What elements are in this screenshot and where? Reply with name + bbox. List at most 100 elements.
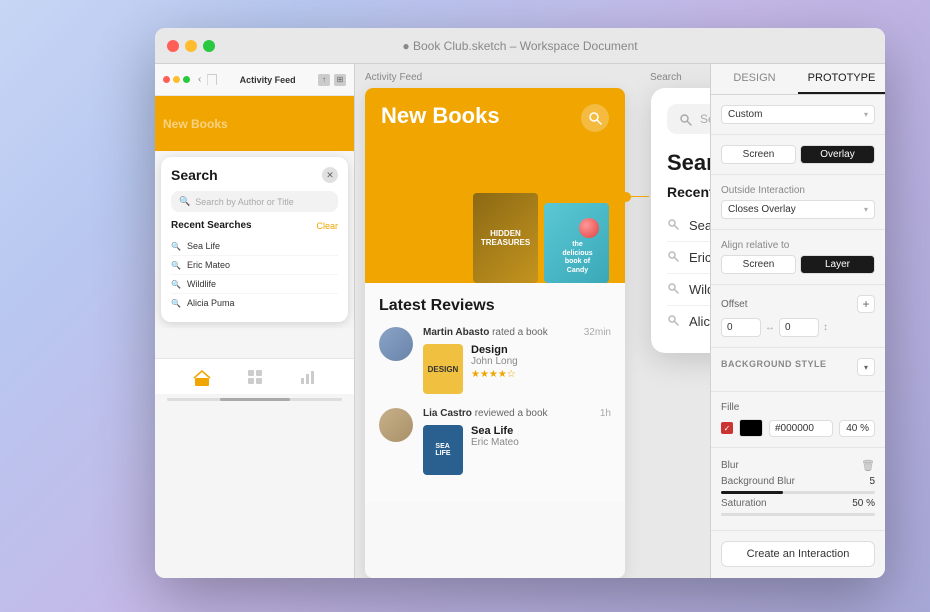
- iphone-app-frame: New Books Search ✕ 🔍 Search by Author or…: [155, 96, 354, 358]
- recent-item-2[interactable]: 🔍 Eric Mateo: [171, 256, 338, 275]
- align-layer-button[interactable]: Layer: [800, 255, 875, 274]
- review-detail-1: Martin Abasto rated a book 32min DESIGN …: [423, 327, 611, 394]
- offset-x-input[interactable]: 0: [721, 318, 761, 337]
- iphone-nav-back[interactable]: ‹: [198, 74, 201, 85]
- align-section: Align relative to Screen Layer: [711, 230, 885, 285]
- chevron-down-icon-2: ▾: [864, 205, 868, 214]
- connector-dot: [621, 192, 631, 202]
- search-icon-item-4: [667, 314, 679, 329]
- review-item-2: Lia Castro reviewed a book 1h SEALIFE Se…: [379, 408, 611, 475]
- canvas-label: Activity Feed: [365, 72, 422, 83]
- search-overlay-item-4[interactable]: Alicia Puma: [667, 306, 710, 337]
- chevron-down-icon: ▾: [864, 110, 868, 119]
- review-stars-1: ★★★★☆: [471, 369, 518, 380]
- fill-color-swatch[interactable]: [739, 419, 763, 437]
- align-screen-button[interactable]: Screen: [721, 255, 796, 274]
- search-modal-close[interactable]: ✕: [322, 167, 338, 183]
- create-interaction-btn[interactable]: Create an Interaction: [721, 541, 875, 567]
- interaction-type-section: Custom ▾: [711, 95, 885, 135]
- review-item-1: Martin Abasto rated a book 32min DESIGN …: [379, 327, 611, 394]
- blur-label: Blur: [721, 460, 855, 471]
- recent-item-text-1: Sea Life: [187, 241, 220, 251]
- search-overlay-label: Search: [650, 72, 682, 83]
- plus-button[interactable]: +: [857, 295, 875, 313]
- app-hero-bg: New Books: [155, 96, 354, 151]
- tab-grid[interactable]: [245, 367, 265, 387]
- window-title: ● Book Club.sketch – Workspace Document: [402, 39, 637, 53]
- fill-hex-input[interactable]: #000000: [769, 420, 833, 437]
- fill-opacity-input[interactable]: 40 %: [839, 420, 875, 437]
- search-overlay-recent-heading: Recent Searches: [667, 184, 710, 200]
- tab-prototype[interactable]: PROTOTYPE: [798, 64, 885, 94]
- recent-item-4[interactable]: 🔍 Alicia Puma: [171, 294, 338, 312]
- iphone-tl-green[interactable]: [183, 76, 190, 83]
- search-overlay-text-3: Wildlife: [689, 282, 710, 297]
- book-delicious: thedeliciousbook ofCandy: [544, 203, 609, 283]
- fill-section: Fille #000000 40 %: [711, 392, 885, 448]
- search-recent-icon-2: 🔍: [171, 261, 181, 270]
- connector-line: [627, 196, 649, 197]
- screen-button[interactable]: Screen: [721, 145, 796, 164]
- traffic-light-green[interactable]: [203, 40, 215, 52]
- offset-y-input[interactable]: 0: [779, 318, 819, 337]
- review-book-cover-2: SEALIFE: [423, 425, 463, 475]
- saturation-value: 50 %: [852, 498, 875, 509]
- review-book-cover-1: DESIGN: [423, 344, 463, 394]
- outside-interaction-select[interactable]: Closes Overlay ▾: [721, 200, 875, 219]
- search-icon-item-3: [667, 282, 679, 297]
- fill-enabled-checkbox[interactable]: [721, 422, 733, 434]
- more-icon[interactable]: ⊞: [334, 74, 346, 86]
- reviewer-action-1: rated a book: [492, 327, 548, 338]
- search-modal-title: Search: [171, 167, 218, 183]
- blur-track-fill: [721, 491, 783, 494]
- search-input-box[interactable]: 🔍 Search by Author or Title: [171, 191, 338, 212]
- outside-interaction-section: Outside Interaction Closes Overlay ▾: [711, 175, 885, 230]
- search-overlay-text-2: Eric Mateo: [689, 250, 710, 265]
- recent-item-text-2: Eric Mateo: [187, 260, 230, 270]
- animation-section: Screen Overlay: [711, 135, 885, 175]
- iphone-tl-red[interactable]: [163, 76, 170, 83]
- blur-delete-icon[interactable]: 🗑: [861, 458, 875, 472]
- left-panel: ‹ Activity Feed ↑ ⊞ New Books Search: [155, 64, 355, 578]
- outside-interaction-label: Outside Interaction: [721, 185, 875, 196]
- panel-tabs: DESIGN PROTOTYPE: [711, 64, 885, 95]
- traffic-light-yellow[interactable]: [185, 40, 197, 52]
- recent-item-3[interactable]: 🔍 Wildlife: [171, 275, 338, 294]
- review-book-author-1: John Long: [471, 356, 518, 367]
- search-overlay-search-icon: [679, 113, 692, 126]
- background-style-section: BACKGROUND STYLE ▾: [711, 348, 885, 392]
- search-overlay: Search by Author o... Search Recent Sear…: [651, 88, 710, 353]
- overlay-button[interactable]: Overlay: [800, 145, 875, 164]
- search-icon: 🔍: [179, 196, 190, 207]
- review-book-title-1: Design: [471, 344, 518, 356]
- blur-section: Blur 🗑 Background Blur 5 Saturation 50 %: [711, 448, 885, 531]
- background-style-arrow[interactable]: ▾: [857, 358, 875, 376]
- review-detail-2: Lia Castro reviewed a book 1h SEALIFE Se…: [423, 408, 611, 475]
- review-book-author-2: Eric Mateo: [471, 437, 519, 448]
- reviewer-name-1: Martin Abasto: [423, 327, 489, 338]
- search-overlay-title: Search: [667, 150, 710, 176]
- search-overlay-item-3[interactable]: Wildlife: [667, 274, 710, 306]
- hero-search-btn[interactable]: [581, 104, 609, 132]
- interaction-type-select[interactable]: Custom ▾: [721, 105, 875, 124]
- tab-chart[interactable]: [298, 367, 318, 387]
- search-overlay-placeholder: Search by Author o...: [700, 112, 710, 126]
- traffic-light-red[interactable]: [167, 40, 179, 52]
- iphone-tl-yellow[interactable]: [173, 76, 180, 83]
- clear-button[interactable]: Clear: [316, 221, 338, 231]
- search-overlay-item-1[interactable]: Sea Life: [667, 210, 710, 242]
- recent-item-1[interactable]: 🔍 Sea Life: [171, 237, 338, 256]
- share-icon[interactable]: ↑: [318, 74, 330, 86]
- background-style-label: BACKGROUND STYLE: [721, 359, 827, 369]
- tab-design[interactable]: DESIGN: [711, 64, 798, 94]
- search-overlay-item-2[interactable]: Eric Mateo: [667, 242, 710, 274]
- review-time-1: 32min: [584, 327, 611, 338]
- offset-y-arrow-icon: ↕: [823, 322, 828, 333]
- reviewer-action-2: reviewed a book: [475, 408, 548, 419]
- app-screen: New Books HIDDENTREASURES thedeliciousbo…: [365, 88, 625, 578]
- app-hero-title: New Books: [381, 104, 500, 128]
- iphone-toolbar: ‹ Activity Feed ↑ ⊞: [155, 64, 354, 96]
- tab-home[interactable]: [192, 367, 212, 387]
- recent-searches-title: Recent Searches: [171, 220, 252, 231]
- search-recent-icon-3: 🔍: [171, 280, 181, 289]
